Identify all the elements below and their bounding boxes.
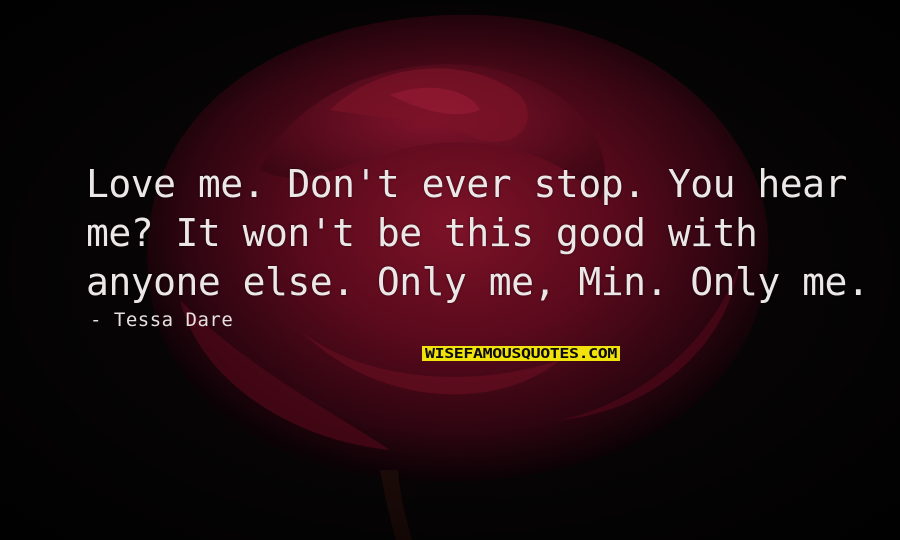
quote-line: me? It won't be this good with (86, 211, 758, 255)
svg-text:WISEFAMOUSQUOTES.COM: WISEFAMOUSQUOTES.COM (425, 347, 618, 361)
quote-line: Love me. Don't ever stop. You hear (86, 162, 847, 206)
quote-author: - Tessa Dare (90, 309, 234, 331)
site-watermark-logo: WISEFAMOUSQUOTES.COM (422, 346, 620, 361)
quote-line: anyone else. Only me, Min. Only me. (86, 260, 870, 304)
quote-image: Love me. Don't ever stop. You hear me? I… (0, 0, 900, 540)
quote-text: Love me. Don't ever stop. You hear me? I… (86, 160, 876, 307)
